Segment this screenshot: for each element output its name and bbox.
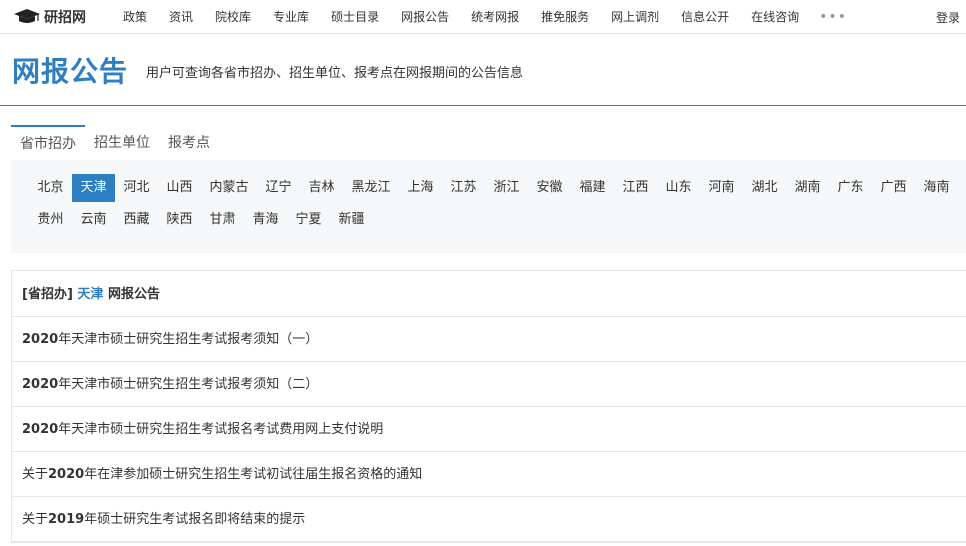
site-name: 研招网 <box>44 9 86 26</box>
site-logo[interactable]: 研招网 <box>12 7 112 27</box>
main-nav: 政策 资讯 院校库 专业库 硕士目录 网报公告 统考网报 推免服务 网上调剂 信… <box>123 8 847 25</box>
nav-item-info-disclosure[interactable]: 信息公开 <box>681 8 729 25</box>
tab-exam-sites[interactable]: 报考点 <box>159 125 219 158</box>
announcement-prefix: 关于 <box>22 512 49 527</box>
region-item[interactable]: 天津 <box>72 174 115 202</box>
announcement-prefix: 关于 <box>22 467 49 482</box>
list-header-city: 天津 <box>77 287 104 302</box>
list-header-suffix: 网报公告 <box>107 287 160 302</box>
more-menu-icon[interactable]: ••• <box>819 9 847 25</box>
top-navigation-bar: 研招网 政策 资讯 院校库 专业库 硕士目录 网报公告 统考网报 推免服务 网上… <box>0 0 966 34</box>
page-title: 网报公告 <box>12 54 129 88</box>
region-item[interactable]: 河南 <box>700 174 743 202</box>
region-item[interactable]: 贵州 <box>29 206 72 234</box>
nav-item-policy[interactable]: 政策 <box>123 8 147 25</box>
announcement-item[interactable]: 2020年天津市硕士研究生招生考试报考须知（二） <box>12 362 966 407</box>
announcement-title: 年在津参加硕士研究生招生考试初试往届生报名资格的通知 <box>84 467 423 482</box>
region-item[interactable]: 北京 <box>29 174 72 202</box>
region-item[interactable]: 湖北 <box>743 174 786 202</box>
region-item[interactable]: 云南 <box>72 206 115 234</box>
nav-item-majors[interactable]: 专业库 <box>273 8 309 25</box>
region-row-1: 北京 天津 河北 山西 内蒙古 辽宁 吉林 黑龙江 上海 江苏 浙江 安徽 福建 江西 山东 河南 湖北 湖南 广东… <box>29 174 958 202</box>
region-item[interactable]: 西藏 <box>115 206 158 234</box>
list-header-prefix: [省招办] <box>22 287 73 302</box>
announcement-list: [省招办] 天津 网报公告 2020年天津市硕士研究生招生考试报考须知（一） 20… <box>11 270 966 543</box>
region-item[interactable]: 上海 <box>399 174 442 202</box>
region-item[interactable]: 浙江 <box>485 174 528 202</box>
nav-item-master-catalog[interactable]: 硕士目录 <box>331 8 379 25</box>
announcement-year: 2019 <box>48 512 85 527</box>
region-item[interactable]: 江西 <box>614 174 657 202</box>
tab-provincial-office[interactable]: 省市招办 <box>11 125 85 158</box>
page-header: 网报公告 用户可查询各省市招办、招生单位、报考点在网报期间的公告信息 <box>0 34 966 106</box>
region-item[interactable]: 辽宁 <box>257 174 300 202</box>
region-row-2: 贵州 云南 西藏 陕西 甘肃 青海 宁夏 新疆 <box>29 206 373 234</box>
nav-item-adjustment[interactable]: 网上调剂 <box>611 8 659 25</box>
region-item[interactable]: 陕西 <box>158 206 201 234</box>
nav-item-schools[interactable]: 院校库 <box>215 8 251 25</box>
nav-item-unified-registration[interactable]: 统考网报 <box>471 8 519 25</box>
region-item[interactable]: 山西 <box>158 174 201 202</box>
region-item[interactable]: 吉林 <box>300 174 343 202</box>
list-header: [省招办] 天津 网报公告 <box>12 271 966 317</box>
graduation-cap-icon <box>14 8 40 23</box>
nav-item-online-consult[interactable]: 在线咨询 <box>751 8 799 25</box>
region-item[interactable]: 新疆 <box>330 206 373 234</box>
announcement-title: 年天津市硕士研究生招生考试报考须知（一） <box>58 332 319 347</box>
announcement-title: 年天津市硕士研究生招生考试报考须知（二） <box>58 377 319 392</box>
login-link[interactable]: 登录 <box>936 9 960 26</box>
announcement-year: 2020 <box>22 422 59 437</box>
region-item[interactable]: 山东 <box>657 174 700 202</box>
region-item[interactable]: 青海 <box>244 206 287 234</box>
region-item[interactable]: 黑龙江 <box>343 174 399 202</box>
nav-item-news[interactable]: 资讯 <box>169 8 193 25</box>
region-item[interactable]: 宁夏 <box>287 206 330 234</box>
announcement-year: 2020 <box>22 377 59 392</box>
region-item[interactable]: 广西 <box>872 174 915 202</box>
region-item[interactable]: 内蒙古 <box>201 174 257 202</box>
announcement-item[interactable]: 关于2019年硕士研究生考试报名即将结束的提示 <box>12 497 966 542</box>
page-subtitle: 用户可查询各省市招办、招生单位、报考点在网报期间的公告信息 <box>146 66 524 81</box>
announcement-item[interactable]: 2020年天津市硕士研究生招生考试报考须知（一） <box>12 317 966 362</box>
region-item[interactable]: 江苏 <box>442 174 485 202</box>
announcement-title: 年天津市硕士研究生招生考试报名考试费用网上支付说明 <box>58 422 384 437</box>
announcement-item[interactable]: 关于2020年在津参加硕士研究生招生考试初试往届生报名资格的通知 <box>12 452 966 497</box>
category-tabs: 省市招办 招生单位 报考点 <box>11 125 219 158</box>
announcement-year: 2020 <box>48 467 85 482</box>
announcement-item[interactable]: 2020年天津市硕士研究生招生考试报名考试费用网上支付说明 <box>12 407 966 452</box>
region-filter-panel: 北京 天津 河北 山西 内蒙古 辽宁 吉林 黑龙江 上海 江苏 浙江 安徽 福建 江西 山东 河南 湖北 湖南 广东… <box>11 160 966 253</box>
announcement-year: 2020 <box>22 332 59 347</box>
region-item[interactable]: 海南 <box>915 174 958 202</box>
region-item[interactable]: 广东 <box>829 174 872 202</box>
nav-item-recommendation[interactable]: 推免服务 <box>541 8 589 25</box>
nav-item-announcements[interactable]: 网报公告 <box>401 8 449 25</box>
announcement-title: 年硕士研究生考试报名即将结束的提示 <box>84 512 306 527</box>
region-item[interactable]: 河北 <box>115 174 158 202</box>
region-item[interactable]: 福建 <box>571 174 614 202</box>
region-item[interactable]: 安徽 <box>528 174 571 202</box>
region-item[interactable]: 甘肃 <box>201 206 244 234</box>
tab-institutions[interactable]: 招生单位 <box>85 125 159 158</box>
region-item[interactable]: 湖南 <box>786 174 829 202</box>
